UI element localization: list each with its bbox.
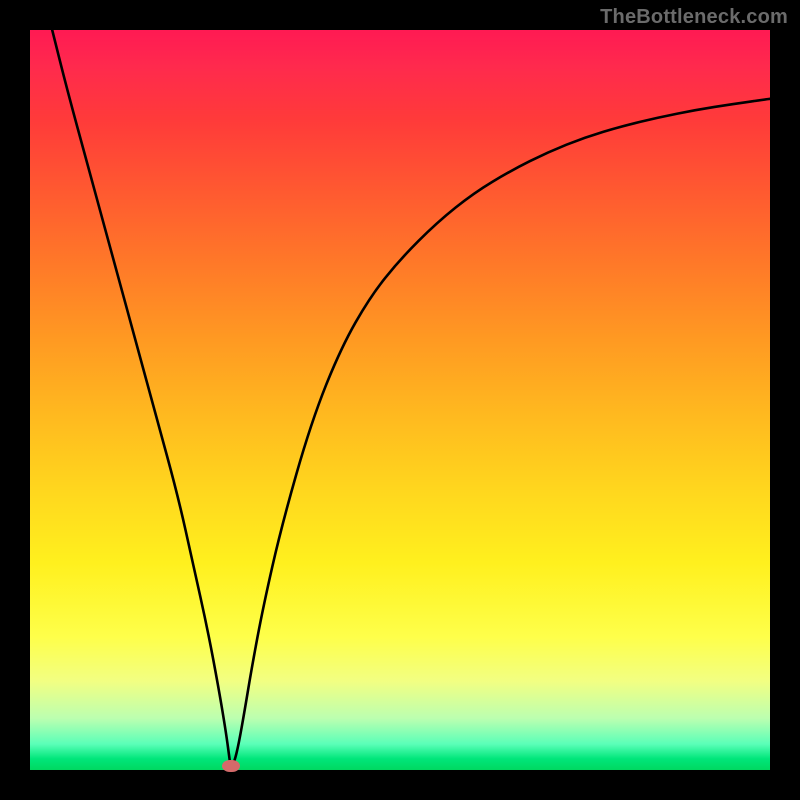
min-point-marker	[222, 760, 240, 772]
bottleneck-curve	[30, 30, 770, 770]
plot-area	[30, 30, 770, 770]
chart-container: TheBottleneck.com	[0, 0, 800, 800]
watermark-text: TheBottleneck.com	[600, 6, 788, 29]
